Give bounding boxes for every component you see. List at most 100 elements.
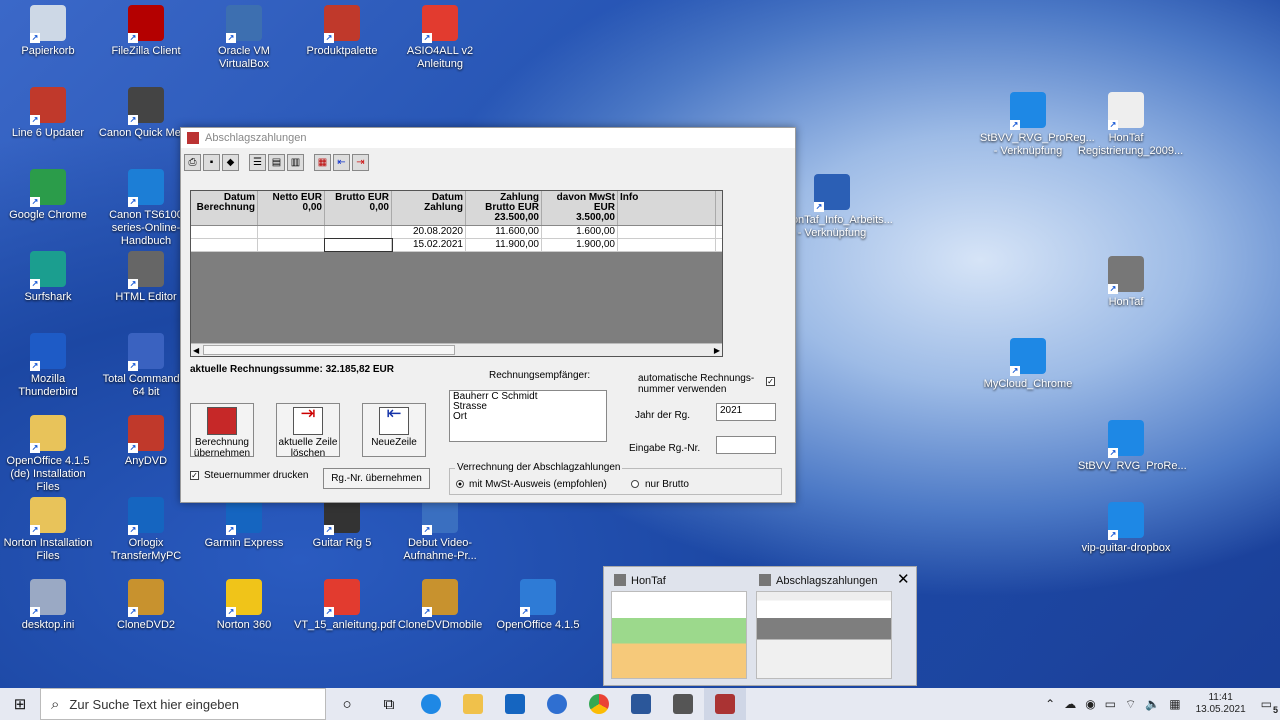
scroll-thumb[interactable] [203,345,455,355]
rgnr-input[interactable] [716,436,776,454]
desktop-icon[interactable]: CloneDVDmobile [392,579,488,632]
desktop-icon[interactable]: FileZilla Client [98,5,194,58]
new-row-button[interactable]: ⇤ NeueZeile [362,403,426,457]
toolbox-icon[interactable] [662,688,704,720]
table-row[interactable]: 20.08.2020 11.600,00 1.600,00 [191,226,722,239]
desktop-icon[interactable]: VT_15_anleitung.pdf [294,579,396,632]
chrome-icon[interactable] [578,688,620,720]
table-cell[interactable] [258,226,325,238]
desktop-icon[interactable]: Papierkorb [0,5,96,58]
window-titlebar[interactable]: Abschlagszahlungen [181,128,795,148]
desktop-icon[interactable]: Google Chrome [0,169,96,222]
desktop-icon[interactable]: MyCloud_Chrome [980,338,1076,391]
clock[interactable]: 11:41 13.05.2021 [1196,692,1246,716]
table-cell[interactable] [324,238,393,252]
grid-header-cell[interactable]: Zahlung Brutto EUR 23.500,00 [466,191,542,225]
thumb-abschlag[interactable] [756,591,892,679]
windows-start-icon[interactable]: ⊞ [0,688,40,720]
table-cell[interactable]: 1.600,00 [542,226,618,238]
word-icon[interactable] [620,688,662,720]
desktop-icon[interactable]: HonTaf_Info_Arbeits... - Verknüpfung [784,174,893,240]
grid-header-cell[interactable]: Datum Zahlung [392,191,466,225]
desktop-icon[interactable]: Mozilla Thunderbird [0,333,96,399]
radio-mwst[interactable] [456,480,464,488]
table-cell[interactable]: 11.600,00 [466,226,542,238]
tray-cloud-icon[interactable]: ☁ [1064,697,1076,711]
table-cell[interactable]: 11.900,00 [466,239,542,251]
desktop-icon[interactable]: CloneDVD2 [98,579,194,632]
tray-security-icon[interactable]: ◉ [1085,697,1095,711]
preview-tab-abschlag[interactable]: Abschlagszahlungen [776,575,878,587]
notification-icon[interactable]: ▭ 5 [1261,697,1278,715]
edge-icon[interactable] [410,688,452,720]
list-icon[interactable]: ☰ [249,153,266,171]
scroll-right-icon[interactable]: ▶ [714,346,720,355]
desktop-icon[interactable]: HonTaf [1078,256,1174,309]
table-cell[interactable] [191,226,258,238]
desktop-icon[interactable]: Norton 360 [196,579,292,632]
desktop-icon[interactable]: HonTaf Registrierung_2009... [1078,92,1183,158]
scroll-left-icon[interactable]: ◀ [193,346,199,355]
print-icon[interactable]: ⎙ [184,153,201,171]
desktop-icon[interactable]: Line 6 Updater [0,87,96,140]
taskbar-search[interactable]: ⌕ Zur Suche Text hier eingeben [40,688,326,720]
desktop-icon[interactable]: Debut Video-Aufnahme-Pr... [392,497,488,563]
preview-close-icon[interactable]: ✕ [897,570,910,588]
grid-header-cell[interactable]: Netto EUR 0,00 [258,191,325,225]
table-icon[interactable]: ▤ [268,153,285,171]
table-row[interactable]: 15.02.2021 11.900,00 1.900,00 [191,238,722,252]
desktop-icon[interactable]: Guitar Rig 5 [294,497,390,550]
table-cell[interactable] [618,239,716,251]
arrow-left-icon[interactable]: ⇤ [333,153,350,171]
calculator-icon[interactable]: ▦ [314,153,331,171]
table-cell[interactable] [325,226,392,238]
grid-header-cell[interactable]: Brutto EUR 0,00 [325,191,392,225]
task-view-icon[interactable]: ⧉ [368,688,410,720]
tray-language-icon[interactable]: ▦ [1169,697,1180,711]
thunderbird-icon[interactable] [536,688,578,720]
desktop-icon[interactable]: OpenOffice 4.1.5 [490,579,586,632]
table-cell[interactable] [258,239,325,251]
desktop-icon[interactable]: Garmin Express [196,497,292,550]
rgnr-button[interactable]: Rg.-Nr. übernehmen [323,468,430,489]
desktop-icon[interactable]: StBVV_RVG_ProReg... - Verknüpfung [980,92,1095,158]
tray-chevron-icon[interactable]: ⌃ [1045,697,1055,711]
table-cell[interactable] [618,226,716,238]
table-cell[interactable] [191,239,258,251]
desktop-icon[interactable]: Oracle VM VirtualBox [196,5,292,71]
arrow-right-icon[interactable]: ⇥ [352,153,369,171]
calc-button[interactable]: Berechnung übernehmen [190,403,254,459]
desktop-icon[interactable]: desktop.ini [0,579,96,632]
recipient-textarea[interactable]: Bauherr C Schmidt Strasse Ort [449,390,607,442]
tray-app-icon[interactable]: ▭ [1105,697,1116,711]
file-explorer-icon[interactable] [452,688,494,720]
hontaf-taskbar-icon[interactable] [704,688,746,720]
desktop-icon[interactable]: ASIO4ALL v2 Anleitung [392,5,488,71]
table-cell[interactable]: 15.02.2021 [392,239,466,251]
thumb-hontaf[interactable] [611,591,747,679]
cortana-icon[interactable]: ○ [326,688,368,720]
preview-tab-hontaf[interactable]: HonTaf [631,575,666,587]
desktop-icon[interactable]: Norton Installation Files [0,497,96,563]
desktop-icon[interactable]: Orlogix TransferMyPC [98,497,194,563]
mail-icon[interactable] [494,688,536,720]
grid-header-cell[interactable]: Info [618,191,716,225]
desktop-icon[interactable]: Produktpalette [294,5,390,58]
radio-brutto[interactable] [631,480,639,488]
tray-wifi-icon[interactable]: ⌔ [1125,697,1136,712]
tax-checkbox[interactable]: ✓ [190,471,199,480]
save-icon[interactable]: ▪ [203,153,220,171]
tools-icon[interactable]: ◆ [222,153,239,171]
desktop-icon[interactable]: vip-guitar-dropbox [1078,502,1174,555]
table-cell[interactable]: 20.08.2020 [392,226,466,238]
year-input[interactable]: 2021 [716,403,776,421]
desktop-icon[interactable]: OpenOffice 4.1.5 (de) Installation Files [0,415,96,494]
auto-number-checkbox[interactable]: ✓ [766,377,775,386]
table-cell[interactable]: 1.900,00 [542,239,618,251]
columns-icon[interactable]: ▥ [287,153,304,171]
grid-header-cell[interactable]: davon MwSt EUR 3.500,00 [542,191,618,225]
desktop-icon[interactable]: StBVV_RVG_ProRe... [1078,420,1187,473]
grid-header-cell[interactable]: Datum Berechnung [191,191,258,225]
delete-row-button[interactable]: ⇥ aktuelle Zeile löschen [276,403,340,459]
desktop-icon[interactable]: Surfshark [0,251,96,304]
